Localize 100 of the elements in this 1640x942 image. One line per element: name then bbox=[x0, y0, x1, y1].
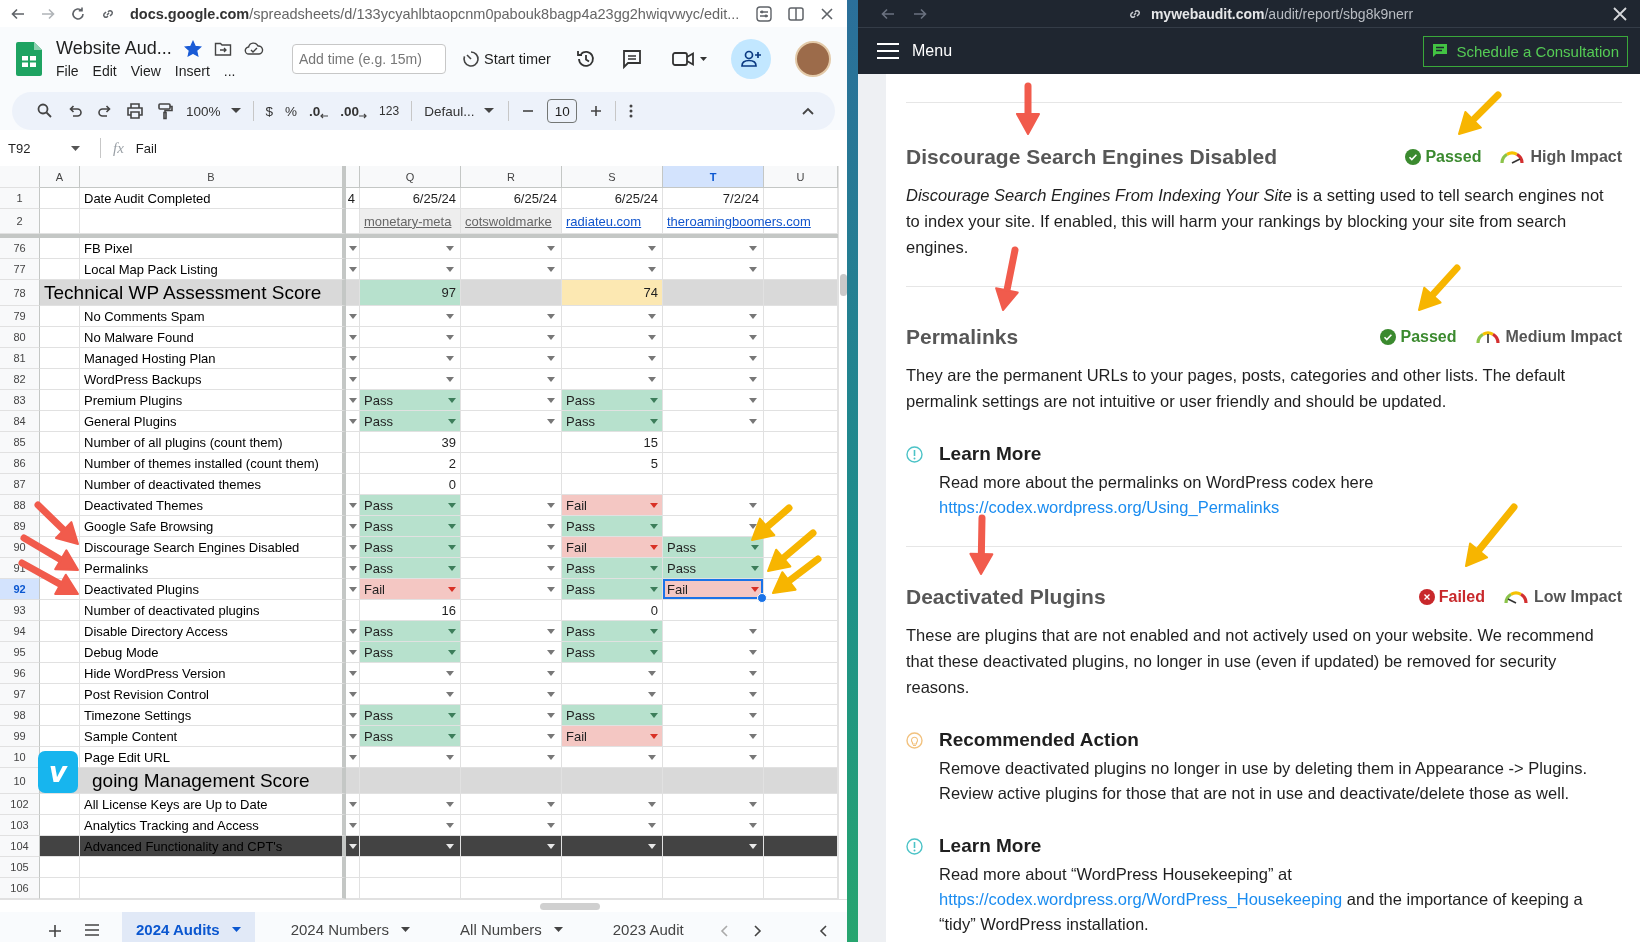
dropdown-cell[interactable]: Pass bbox=[562, 411, 663, 433]
row-number[interactable]: 79 bbox=[0, 306, 40, 328]
menu-item[interactable]: File bbox=[56, 63, 79, 80]
column-header[interactable]: A bbox=[40, 166, 80, 189]
row-number[interactable]: 103 bbox=[0, 815, 40, 837]
cell-name-box[interactable]: T92 bbox=[0, 140, 88, 156]
dropdown-cell[interactable]: Pass bbox=[360, 621, 461, 643]
sheet-tab[interactable]: 2023 Audit bbox=[598, 912, 698, 942]
dropdown-cell[interactable]: Pass bbox=[360, 495, 461, 517]
decrease-decimal-button[interactable]: .0 bbox=[309, 103, 329, 119]
zoom-select[interactable]: 100% bbox=[186, 103, 241, 119]
row-number[interactable]: 83 bbox=[0, 390, 40, 412]
table-cell: Discourage Search Engines Disabled bbox=[80, 537, 346, 559]
dropdown-cell[interactable]: Pass bbox=[562, 390, 663, 412]
dropdown-cell[interactable]: Fail bbox=[562, 495, 663, 517]
row-number[interactable]: 89 bbox=[0, 516, 40, 538]
link[interactable]: theroamingboomers.com bbox=[667, 213, 811, 229]
row-number[interactable]: 80 bbox=[0, 327, 40, 349]
dropdown-cell[interactable]: Fail bbox=[663, 579, 764, 601]
row-number[interactable]: 10 bbox=[0, 747, 40, 769]
row-number[interactable]: 106 bbox=[0, 878, 40, 900]
row-number[interactable]: 78 bbox=[0, 280, 40, 307]
link[interactable]: monetary-meta bbox=[364, 213, 452, 229]
table-cell: Advanced Functionality and CPT's bbox=[80, 836, 346, 858]
link[interactable]: https://codex.wordpress.org/WordPress_Housekeeping bbox=[939, 890, 1343, 908]
link[interactable]: cotswoldmarke bbox=[465, 213, 552, 229]
dropdown-cell[interactable]: Pass bbox=[360, 642, 461, 664]
schedule-consultation-button[interactable]: Schedule a Consultation bbox=[1423, 35, 1628, 67]
column-header[interactable]: Q bbox=[360, 166, 461, 189]
row-number[interactable]: 97 bbox=[0, 684, 40, 706]
link[interactable]: https://codex.wordpress.org/Using_Permalinks bbox=[939, 498, 1280, 516]
note-text: Read more about the permalinks on WordPress codex here https://codex.wordpress.org/Using_Permalinks bbox=[939, 472, 1375, 518]
table-cell: Google Safe Browsing bbox=[80, 516, 346, 538]
table-cell: Date Audit Completed bbox=[80, 188, 346, 210]
row-number[interactable]: 2 bbox=[0, 209, 40, 235]
row-number[interactable]: 86 bbox=[0, 453, 40, 475]
font-size-field[interactable]: 10 bbox=[547, 99, 578, 124]
row-number[interactable]: 10 bbox=[0, 768, 40, 795]
dropdown-cell[interactable]: Pass bbox=[360, 516, 461, 538]
check-description: They are the permanent URLs to your pages, posts, categories and other lists. The default permalink settings are not intuitive or user friendly and should be updated. bbox=[906, 365, 1567, 412]
dropdown-cell[interactable]: Pass bbox=[360, 726, 461, 748]
dropdown-cell[interactable]: Pass bbox=[663, 537, 764, 559]
row-number[interactable]: 102 bbox=[0, 794, 40, 816]
menu-item[interactable]: Insert bbox=[174, 63, 210, 80]
menu-button[interactable]: Menu bbox=[876, 42, 953, 60]
row-number[interactable]: 84 bbox=[0, 411, 40, 433]
sheet-tab[interactable]: 2024 Audits bbox=[122, 912, 255, 942]
row-number[interactable]: 94 bbox=[0, 621, 40, 643]
column-header[interactable]: S bbox=[562, 166, 663, 189]
number-format-button[interactable]: 123 bbox=[379, 104, 400, 119]
dropdown-cell[interactable]: Pass bbox=[360, 390, 461, 412]
row-number[interactable]: 96 bbox=[0, 663, 40, 685]
start-timer-button[interactable]: Start timer bbox=[462, 49, 551, 68]
dropdown-cell[interactable]: Fail bbox=[562, 726, 663, 748]
formula-field[interactable]: Fail bbox=[135, 140, 157, 156]
dropdown-cell[interactable]: Pass bbox=[360, 537, 461, 559]
dropdown-cell[interactable]: Pass bbox=[360, 411, 461, 433]
row-number[interactable]: 99 bbox=[0, 726, 40, 748]
dropdown-cell[interactable]: Pass bbox=[562, 642, 663, 664]
dropdown-cell[interactable]: Pass bbox=[562, 621, 663, 643]
increase-decimal-button[interactable]: .00 bbox=[340, 103, 368, 119]
row-number[interactable]: 92 bbox=[0, 579, 40, 601]
row-number[interactable]: 81 bbox=[0, 348, 40, 370]
menu-item[interactable]: View bbox=[130, 63, 161, 80]
dropdown-cell[interactable]: Pass bbox=[562, 579, 663, 601]
row-number[interactable]: 82 bbox=[0, 369, 40, 391]
dropdown-cell[interactable]: Pass bbox=[562, 705, 663, 727]
row-number[interactable]: 88 bbox=[0, 495, 40, 517]
sheet-tab[interactable]: All Numbers bbox=[446, 912, 577, 942]
dropdown-cell[interactable]: Pass bbox=[360, 558, 461, 580]
dropdown-cell[interactable]: Pass bbox=[663, 558, 764, 580]
time-input-field[interactable]: Add time (e.g. 15m) bbox=[292, 43, 446, 74]
row-number[interactable]: 1 bbox=[0, 188, 40, 210]
dropdown-cell[interactable]: Pass bbox=[360, 705, 461, 727]
row-number[interactable]: 105 bbox=[0, 857, 40, 879]
row-number[interactable]: 104 bbox=[0, 836, 40, 858]
table-cell: All License Keys are Up to Date bbox=[80, 794, 346, 816]
row-number[interactable]: 93 bbox=[0, 600, 40, 622]
currency-button[interactable]: $ bbox=[265, 103, 274, 119]
dropdown-cell[interactable]: Fail bbox=[562, 537, 663, 559]
row-number[interactable]: 87 bbox=[0, 474, 40, 496]
column-header[interactable]: U bbox=[764, 166, 838, 189]
dropdown-cell[interactable]: Pass bbox=[562, 558, 663, 580]
row-number[interactable]: 85 bbox=[0, 432, 40, 454]
percent-button[interactable]: % bbox=[285, 103, 298, 119]
font-select[interactable]: Defaul... bbox=[424, 103, 497, 119]
document-title[interactable]: Website Aud... bbox=[56, 38, 172, 60]
menu-item[interactable]: ... bbox=[223, 63, 236, 80]
sheet-tab[interactable]: 2024 Numbers bbox=[276, 912, 425, 942]
row-number[interactable]: 98 bbox=[0, 705, 40, 727]
dropdown-cell[interactable]: Pass bbox=[562, 516, 663, 538]
column-header[interactable]: R bbox=[461, 166, 562, 189]
row-number[interactable]: 76 bbox=[0, 238, 40, 260]
link[interactable]: radiateu.com bbox=[566, 213, 642, 229]
row-number[interactable]: 77 bbox=[0, 259, 40, 281]
column-header[interactable]: B bbox=[80, 166, 346, 189]
dropdown-cell[interactable]: Fail bbox=[360, 579, 461, 601]
row-number[interactable]: 95 bbox=[0, 642, 40, 664]
column-header[interactable]: T bbox=[663, 166, 764, 189]
menu-item[interactable]: Edit bbox=[92, 63, 117, 80]
